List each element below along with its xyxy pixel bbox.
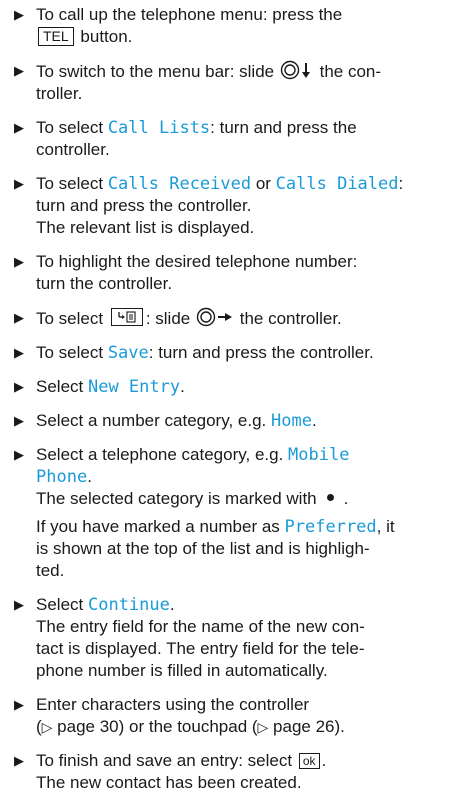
step-2: ▶ To switch to the menu bar: slide the c… <box>14 60 382 103</box>
step-12: ▶ Enter characters using the controller … <box>14 695 345 736</box>
page-ref-icon: ▷ <box>257 719 269 735</box>
triangle-bullet-icon: ▶ <box>14 176 24 191</box>
step-6: ▶ To select : slide the controller. <box>14 307 342 328</box>
step-7: ▶ To select Save: turn and press the con… <box>14 343 374 363</box>
new-entry-term: New Entry <box>87 377 181 397</box>
preferred-note: If you have marked a number as Preferred… <box>36 517 395 580</box>
preferred-term: Preferred <box>284 517 377 537</box>
ok-key: ok <box>298 753 320 769</box>
triangle-bullet-icon: ▶ <box>14 447 24 462</box>
call-lists-term: Call Lists <box>107 118 211 138</box>
controller-slide-down-icon <box>280 60 310 80</box>
triangle-bullet-icon: ▶ <box>14 63 24 78</box>
triangle-bullet-icon: ▶ <box>14 697 24 712</box>
step-1: ▶ To call up the telephone menu: press t… <box>14 5 343 46</box>
save-term: Save <box>107 343 149 363</box>
tel-key: TEL <box>38 27 74 46</box>
mobile-term: Mobile <box>288 445 350 465</box>
step-8: ▶ Select New Entry. <box>14 377 185 397</box>
triangle-bullet-icon: ▶ <box>14 413 24 428</box>
step-11: ▶ Select Continue. The entry field for t… <box>14 595 365 680</box>
home-term: Home <box>270 411 312 431</box>
step-5: ▶ To highlight the desired telephone num… <box>14 252 358 293</box>
triangle-bullet-icon: ▶ <box>14 310 24 325</box>
triangle-bullet-icon: ▶ <box>14 753 24 768</box>
page-ref-icon: ▷ <box>41 719 53 735</box>
step-9: ▶ Select a number category, e.g. Home. <box>14 411 317 431</box>
triangle-bullet-icon: ▶ <box>14 379 24 394</box>
step-3: ▶ To select Call Lists: turn and press t… <box>14 118 357 159</box>
triangle-bullet-icon: ▶ <box>14 7 24 22</box>
page-ref-link[interactable]: page 26). <box>268 717 345 736</box>
triangle-bullet-icon: ▶ <box>14 597 24 612</box>
step-4: ▶ To select Calls Received or Calls Dial… <box>14 174 404 237</box>
manual-page: ▶ To call up the telephone menu: press t… <box>0 0 470 808</box>
triangle-bullet-icon: ▶ <box>14 254 24 269</box>
controller-slide-right-icon <box>196 307 232 327</box>
phone-term: Phone <box>36 467 88 487</box>
continue-term: Continue <box>87 595 170 615</box>
step-10: ▶ Select a telephone category, e.g. Mobi… <box>14 445 350 508</box>
selected-marker-icon <box>326 494 334 501</box>
page-ref-link[interactable]: page 30) or the touchpad ( <box>52 717 257 736</box>
step-13: ▶ To finish and save an entry: select ok… <box>14 751 327 792</box>
phone-menu-key-icon <box>110 308 143 326</box>
triangle-bullet-icon: ▶ <box>14 120 24 135</box>
calls-dialed-term: Calls Dialed <box>275 174 399 194</box>
calls-received-term: Calls Received <box>107 174 252 194</box>
triangle-bullet-icon: ▶ <box>14 345 24 360</box>
